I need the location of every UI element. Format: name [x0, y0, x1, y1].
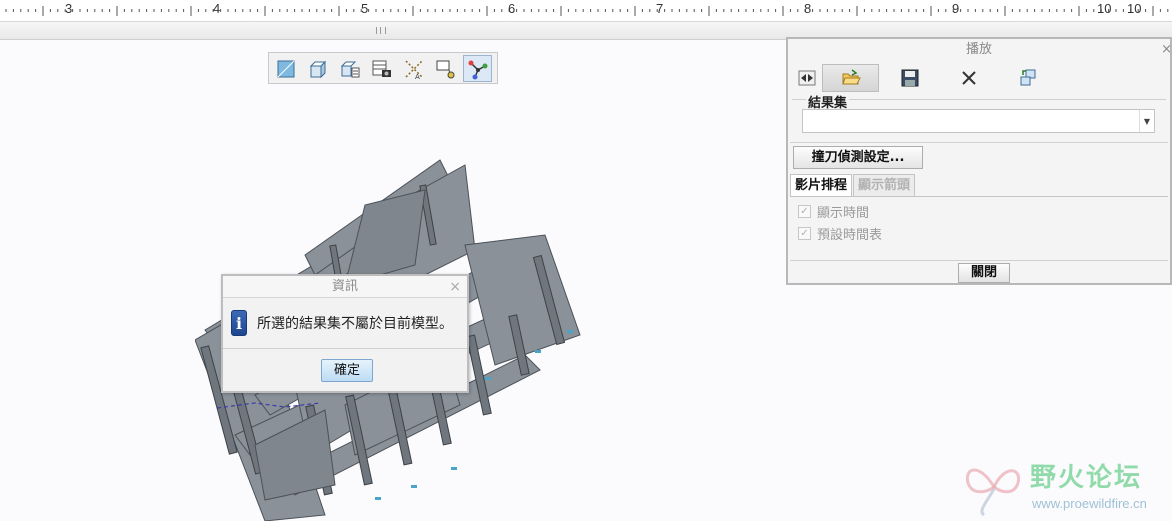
ruler-number: 10	[1097, 1, 1112, 16]
dialog-message-row: i 所選的結果集不屬於目前模型。	[223, 298, 467, 348]
close-button[interactable]: 關閉	[958, 263, 1010, 283]
result-set-select[interactable]: ▼	[802, 109, 1155, 133]
watermark: 野火论坛 www.proewildfire.cn	[960, 453, 1172, 521]
ruler-number: 9	[952, 1, 960, 16]
default-schedule-checkbox[interactable]: ✓ 預設時間表	[798, 224, 882, 243]
ruler-ticks	[5, 6, 1169, 16]
open-folder-icon	[841, 69, 861, 85]
dialog-separator	[223, 348, 467, 349]
ruler-number: 4	[213, 1, 221, 16]
tab-show-arrows[interactable]: 顯示箭頭	[853, 174, 916, 196]
default-schedule-label: 預設時間表	[817, 228, 883, 243]
dialog-message: 所選的結果集不屬於目前模型。	[257, 316, 453, 332]
ruler-number: 6	[508, 1, 516, 16]
path-nodes-icon	[468, 60, 487, 79]
ruler: 3 4 5 6 7 8 9 10 10	[0, 0, 1172, 22]
grip-icon	[376, 27, 386, 34]
ruler-number: 8	[804, 1, 812, 16]
watermark-title: 野火论坛	[1030, 463, 1143, 493]
butterfly-logo-icon	[965, 468, 1021, 517]
watermark-url: www.proewildfire.cn	[1032, 496, 1147, 511]
view-toolbar: A	[268, 52, 498, 84]
save-button[interactable]	[881, 64, 938, 92]
panel-title: 播放	[965, 42, 992, 57]
ruler-number: 10	[1127, 1, 1142, 16]
cube-view-button[interactable]	[303, 55, 332, 82]
close-icon[interactable]: ×	[1161, 39, 1172, 61]
table-camera-icon	[372, 60, 391, 77]
plane-view-button[interactable]	[271, 55, 300, 82]
save-icon	[901, 69, 918, 87]
dialog-title: 資訊	[331, 279, 358, 294]
axes-button[interactable]: A	[399, 55, 428, 82]
transfer-button[interactable]	[999, 64, 1056, 92]
tab-body: ✓ 顯示時間 ✓ 預設時間表	[790, 196, 1168, 260]
plane-view-icon	[277, 60, 294, 77]
delete-icon	[961, 71, 976, 85]
flag-icon	[436, 60, 454, 78]
playback-panel: 播放 × 結果集 ▼ 撞刀偵測設定... 影片排程 顯示箭頭 ✓ 顯示時間 ✓ …	[786, 37, 1172, 285]
ok-button[interactable]: 確定	[321, 359, 373, 382]
cube-view-icon	[309, 60, 326, 78]
cube-list-button[interactable]	[335, 55, 364, 82]
dialog-titlebar[interactable]: 資訊 ×	[223, 276, 467, 298]
svg-text:A: A	[415, 73, 420, 80]
divider	[790, 260, 1168, 261]
delete-button[interactable]	[940, 64, 997, 92]
path-nodes-button[interactable]	[463, 55, 492, 82]
collision-settings-button[interactable]: 撞刀偵測設定...	[793, 146, 923, 169]
open-button[interactable]	[822, 64, 879, 92]
tab-movie-schedule[interactable]: 影片排程	[790, 174, 853, 196]
checkmark-icon: ✓	[798, 227, 811, 240]
show-time-checkbox[interactable]: ✓ 顯示時間	[798, 202, 869, 221]
step-button[interactable]	[794, 64, 820, 92]
transfer-icon	[1020, 69, 1035, 86]
flag-button[interactable]	[431, 55, 460, 82]
playback-toolbar	[794, 63, 1058, 93]
ruler-number: 7	[656, 1, 664, 16]
divider	[790, 142, 1168, 143]
info-icon: i	[231, 310, 247, 336]
info-dialog: 資訊 × i 所選的結果集不屬於目前模型。 確定	[221, 274, 469, 393]
step-icon	[798, 70, 816, 86]
axes-icon: A	[404, 59, 423, 80]
cube-list-icon	[340, 61, 359, 77]
ruler-number: 5	[361, 1, 369, 16]
checkmark-icon: ✓	[798, 205, 811, 218]
panel-titlebar[interactable]: 播放 ×	[788, 39, 1172, 61]
ruler-number: 3	[65, 1, 73, 16]
table-camera-button[interactable]	[367, 55, 396, 82]
close-icon[interactable]: ×	[449, 276, 461, 298]
show-time-label: 顯示時間	[817, 206, 870, 221]
playback-tabs: 影片排程 顯示箭頭	[790, 174, 916, 196]
chevron-down-icon[interactable]: ▼	[1139, 110, 1154, 132]
